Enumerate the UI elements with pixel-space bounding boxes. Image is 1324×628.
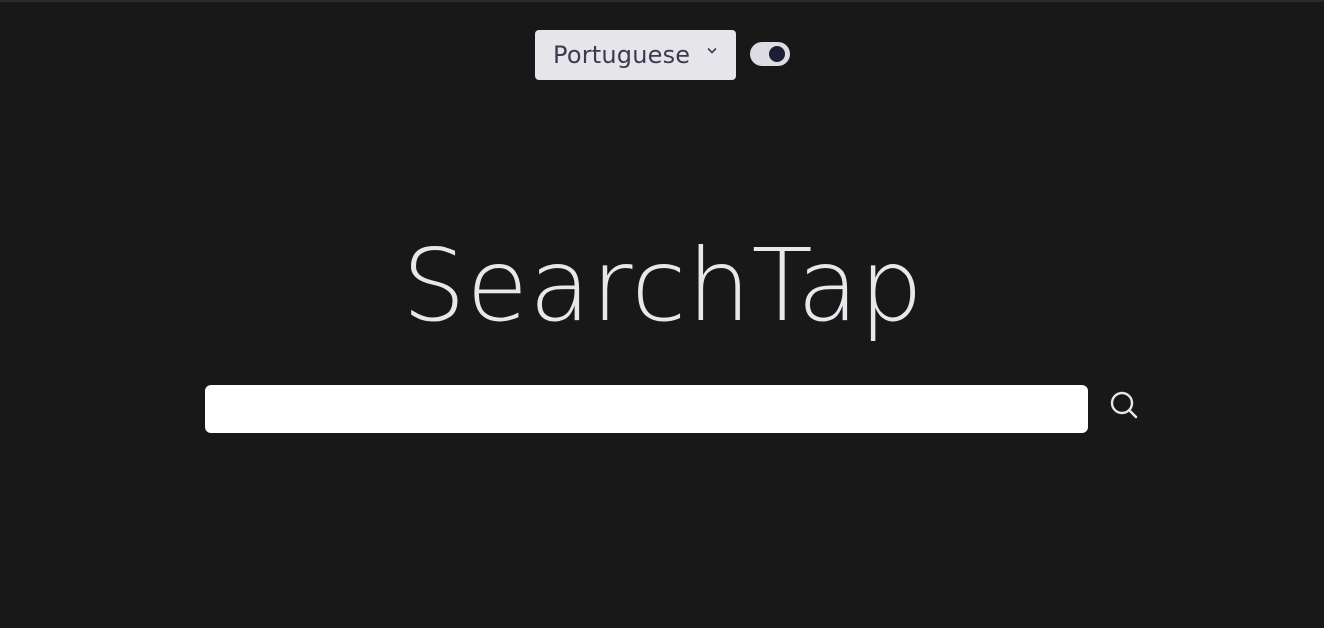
language-select-value: Portuguese — [553, 41, 691, 69]
search-input[interactable] — [205, 385, 1088, 433]
search-icon — [1109, 390, 1139, 424]
language-select[interactable]: Portuguese — [535, 30, 736, 80]
chevron-down-icon — [707, 41, 717, 54]
top-border — [0, 0, 1324, 2]
theme-toggle[interactable] — [750, 42, 790, 66]
search-button[interactable] — [1106, 389, 1142, 425]
site-logo: SearchTap — [402, 227, 924, 344]
theme-toggle-knob — [769, 46, 785, 62]
